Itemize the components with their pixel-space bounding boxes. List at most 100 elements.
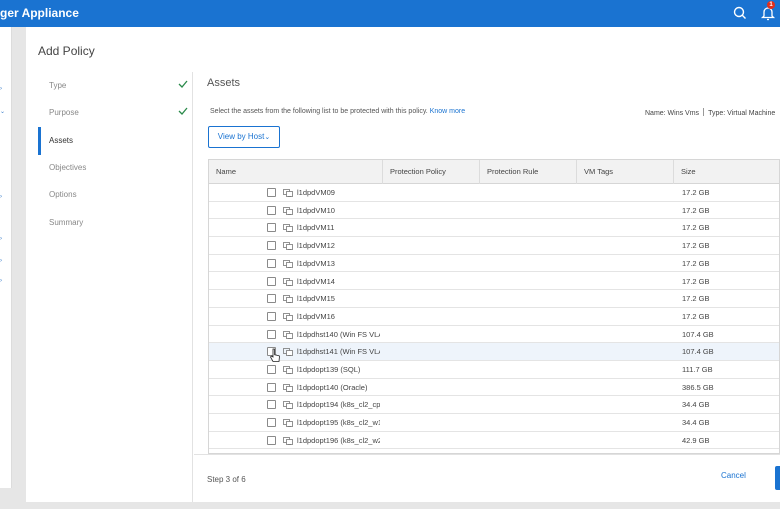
column-protection-rule[interactable]: Protection Rule: [480, 160, 577, 184]
asset-size: 17.2 GB: [682, 188, 710, 197]
chevron-right-icon[interactable]: ›: [0, 86, 5, 92]
vm-icon: [283, 189, 293, 197]
table-row[interactable]: l1dpdVM09 17.2 GB: [209, 184, 779, 202]
left-nav-rail: › ⌄ › › › ›: [0, 27, 12, 509]
asset-size: 111.7 GB: [682, 365, 713, 374]
vm-icon: [283, 295, 293, 304]
view-button-label: View by Host: [217, 132, 265, 141]
asset-name: l1dpdopt194 (k8s_cl2_cp: [297, 400, 380, 410]
add-policy-dialog: Add Policy Type Purpose Assets Objective…: [26, 27, 780, 502]
table-row[interactable]: l1dpdVM12 17.2 GB: [209, 237, 779, 255]
asset-size: 107.4 GB: [682, 329, 714, 339]
vm-icon: [283, 312, 293, 321]
top-bar: ger Appliance 1: [0, 0, 780, 27]
description-text: Select the assets from the following lis…: [210, 108, 428, 115]
asset-name: l1dpdopt196 (k8s_cl2_w2: [297, 435, 380, 445]
row-checkbox[interactable]: [267, 418, 276, 428]
row-checkbox[interactable]: [267, 435, 276, 445]
asset-name: l1dpdVM13: [297, 258, 335, 268]
vm-icon: [283, 401, 293, 410]
table-row[interactable]: l1dpdopt139 (SQL) 111.7 GB: [209, 361, 779, 379]
assets-table: Name Protection Policy Protection Rule V…: [208, 159, 780, 454]
asset-name: l1dpdhst141 (Win FS VLAN: [297, 347, 380, 357]
step-summary[interactable]: Summary: [38, 209, 193, 237]
table-row[interactable]: l1dpdopt195 (k8s_cl2_w1 34.4 GB: [209, 414, 779, 432]
vm-icon: [283, 330, 293, 339]
asset-size: 34.4 GB: [682, 400, 710, 410]
assets-panel: Assets Select the assets from the follow…: [194, 72, 780, 454]
vm-icon: [283, 242, 293, 250]
table-row[interactable]: l1dpdhst140 (Win FS VLAN 107.4 GB: [209, 326, 779, 344]
table-row[interactable]: l1dpdVM13 17.2 GB: [209, 255, 779, 273]
step-label: Assets: [49, 136, 74, 145]
policy-meta: Name: Wins Vms Type: Virtual Machine: [645, 108, 775, 117]
chevron-right-icon[interactable]: ›: [0, 278, 5, 284]
column-name[interactable]: Name: [209, 160, 383, 184]
wizard-steps: Type Purpose Assets Objectives Options S…: [38, 72, 193, 502]
step-objectives[interactable]: Objectives: [38, 154, 193, 182]
step-label: Options: [49, 190, 77, 199]
row-checkbox[interactable]: [267, 205, 276, 215]
row-checkbox[interactable]: [267, 294, 276, 304]
search-icon[interactable]: [731, 4, 749, 22]
table-row[interactable]: l1dpdVM11 17.2 GB: [209, 219, 779, 238]
step-count: Step 3 of 6: [207, 475, 246, 484]
chevron-right-icon[interactable]: ›: [0, 258, 5, 264]
check-icon: [178, 80, 188, 88]
table-row[interactable]: l1dpdVM16 17.2 GB: [209, 308, 779, 326]
cancel-button[interactable]: Cancel: [721, 471, 746, 480]
row-checkbox[interactable]: [267, 258, 276, 268]
step-label: Type: [49, 81, 67, 90]
asset-name: l1dpdVM10: [297, 205, 335, 215]
step-label: Objectives: [49, 163, 87, 172]
row-checkbox[interactable]: [267, 400, 276, 410]
vm-icon: [283, 224, 293, 233]
row-checkbox[interactable]: [267, 223, 276, 233]
row-checkbox[interactable]: [267, 276, 276, 286]
column-size[interactable]: Size: [674, 160, 779, 184]
vm-icon: [283, 383, 293, 392]
wizard-footer: Step 3 of 6 Cancel: [194, 454, 780, 502]
asset-size: 17.2 GB: [682, 311, 710, 321]
asset-name: l1dpdVM11: [297, 223, 335, 233]
assets-description: Select the assets from the following lis…: [210, 108, 465, 115]
table-row[interactable]: l1dpdVM15 17.2 GB: [209, 290, 779, 308]
step-options[interactable]: Options: [38, 181, 193, 209]
row-checkbox[interactable]: [267, 188, 276, 197]
asset-size: 17.2 GB: [682, 223, 710, 233]
chevron-right-icon[interactable]: ›: [0, 236, 5, 242]
column-vm-tags[interactable]: VM Tags: [577, 160, 674, 184]
table-row[interactable]: l1dpdopt140 (Oracle) 386.5 GB: [209, 379, 779, 397]
row-checkbox[interactable]: [267, 311, 276, 321]
asset-size: 17.2 GB: [682, 241, 710, 251]
step-label: Summary: [49, 218, 84, 227]
know-more-link[interactable]: Know more: [430, 108, 465, 115]
table-header: Name Protection Policy Protection Rule V…: [209, 160, 779, 184]
row-checkbox[interactable]: [267, 365, 276, 374]
column-protection-policy[interactable]: Protection Policy: [383, 160, 480, 184]
row-checkbox[interactable]: [267, 329, 276, 339]
step-label: Purpose: [49, 108, 79, 117]
table-row[interactable]: l1dpdVM10 17.2 GB: [209, 202, 779, 220]
vm-icon: [283, 419, 293, 427]
table-row[interactable]: l1dpdVM14 17.2 GB: [209, 273, 779, 291]
asset-size: 107.4 GB: [682, 347, 714, 357]
notification-badge: 1: [767, 1, 775, 9]
table-row[interactable]: l1dpdhst141 (Win FS VLAN 107.4 GB: [209, 343, 779, 361]
chevron-down-icon[interactable]: ⌄: [0, 109, 5, 115]
table-row[interactable]: l1dpdopt196 (k8s_cl2_w2 42.9 GB: [209, 432, 779, 450]
policy-name: Name: Wins Vms: [645, 110, 700, 117]
policy-type: Type: Virtual Machine: [708, 110, 776, 117]
next-button[interactable]: [775, 466, 780, 490]
view-by-host-button[interactable]: View by Host⌄: [208, 126, 280, 148]
chevron-right-icon[interactable]: ›: [0, 194, 5, 200]
row-checkbox[interactable]: [267, 241, 276, 251]
row-checkbox[interactable]: [267, 382, 276, 392]
check-icon: [178, 107, 188, 115]
table-row[interactable]: l1dpdopt194 (k8s_cl2_cp 34.4 GB: [209, 396, 779, 415]
step-assets[interactable]: Assets: [38, 127, 193, 155]
step-type[interactable]: Type: [38, 72, 193, 100]
step-purpose[interactable]: Purpose: [38, 99, 193, 127]
asset-size: 42.9 GB: [682, 435, 710, 445]
dialog-title: Add Policy: [38, 44, 95, 58]
